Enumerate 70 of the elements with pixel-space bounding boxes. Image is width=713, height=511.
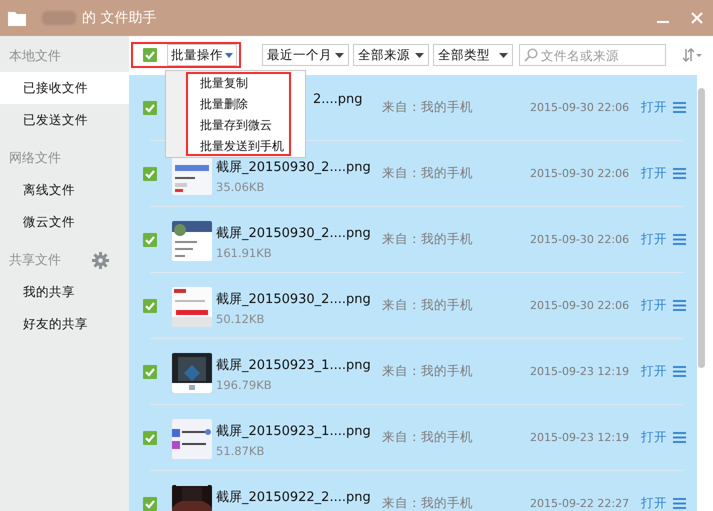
file-date: 2015-09-30 22:06 xyxy=(530,167,630,180)
file-size: 50.12KB xyxy=(216,312,266,326)
menu-icon[interactable] xyxy=(673,366,686,377)
checkbox[interactable] xyxy=(143,430,157,444)
caret-icon xyxy=(499,52,508,58)
caret-icon xyxy=(225,52,233,58)
sidebar-item[interactable]: 好友的共享 xyxy=(0,308,129,340)
file-size: 35.06KB xyxy=(216,180,266,194)
search-icon xyxy=(524,48,538,62)
checkbox[interactable] xyxy=(143,48,157,62)
file-source: 来自：我的手机 xyxy=(382,495,474,511)
folder-icon xyxy=(8,10,26,26)
file-name: 2....png xyxy=(313,92,364,107)
section-header: 本地文件 xyxy=(9,48,61,65)
file-name: 截屏_20150930_2....png xyxy=(216,291,372,308)
filter-dropdown[interactable]: 最近一个月 xyxy=(262,44,349,66)
file-source: 来自：我的手机 xyxy=(382,165,474,182)
menu-icon[interactable] xyxy=(673,102,686,113)
menu-item[interactable]: 批量删除 xyxy=(200,94,284,115)
section-header: 网络文件 xyxy=(9,150,61,167)
filter-dropdown[interactable]: 全部类型 xyxy=(433,44,513,66)
file-date: 2015-09-23 12:19 xyxy=(530,431,630,444)
file-name: 截屏_20150930_2....png xyxy=(216,225,372,242)
file-date: 2015-09-23 12:19 xyxy=(530,365,630,378)
file-date: 2015-09-30 22:06 xyxy=(530,101,630,114)
checkbox[interactable] xyxy=(143,496,157,510)
file-source: 来自：我的手机 xyxy=(382,99,474,116)
menu-icon[interactable] xyxy=(673,234,686,245)
menu-icon[interactable] xyxy=(673,168,686,179)
sidebar-item[interactable]: 已发送文件 xyxy=(0,104,129,136)
window-title: 的 文件助手 xyxy=(82,9,156,27)
checkbox[interactable] xyxy=(143,364,157,378)
sidebar-item[interactable]: 已接收文件 xyxy=(0,72,129,104)
menu-icon[interactable] xyxy=(673,432,686,443)
menu-item[interactable]: 批量存到微云 xyxy=(200,115,284,136)
sort-icon[interactable] xyxy=(682,48,702,62)
file-name: 截屏_20150923_1....png xyxy=(216,357,372,374)
file-name: 截屏_20150930_2....png xyxy=(216,159,372,176)
scrollbar-thumb[interactable] xyxy=(698,88,705,368)
section-header: 共享文件 xyxy=(9,252,61,269)
menu-item[interactable]: 批量发送到手机 xyxy=(200,136,284,157)
file-date: 2015-09-30 22:06 xyxy=(530,299,630,312)
file-name: 截屏_20150922_2....png xyxy=(216,489,372,506)
file-source: 来自：我的手机 xyxy=(382,297,474,314)
checkbox[interactable] xyxy=(143,100,157,114)
checkbox[interactable] xyxy=(143,298,157,312)
checkbox[interactable] xyxy=(143,166,157,180)
file-size: 51.87KB xyxy=(216,444,266,458)
file-source: 来自：我的手机 xyxy=(382,363,474,380)
checkbox[interactable] xyxy=(143,232,157,246)
caret-icon xyxy=(415,52,424,58)
close-icon[interactable] xyxy=(691,12,703,24)
sidebar-item[interactable]: 微云文件 xyxy=(0,206,129,238)
file-source: 来自：我的手机 xyxy=(382,231,474,248)
menu-icon[interactable] xyxy=(673,498,686,509)
settings-icon[interactable] xyxy=(92,252,109,268)
file-size: 161.91KB xyxy=(216,246,273,260)
sidebar-item[interactable]: 我的共享 xyxy=(0,276,129,308)
batch-button[interactable]: 批量操作 xyxy=(167,44,237,66)
file-name: 截屏_20150923_1....png xyxy=(216,423,372,440)
search-field[interactable]: 文件名或来源 xyxy=(519,44,666,66)
caret-icon xyxy=(335,52,344,58)
filter-dropdown[interactable]: 全部来源 xyxy=(353,44,429,66)
menu-icon[interactable] xyxy=(673,300,686,311)
menu-item[interactable]: 批量复制 xyxy=(200,73,284,94)
file-date: 2015-09-22 22:27 xyxy=(530,497,630,510)
file-size: 196.79KB xyxy=(216,378,273,392)
sidebar-item[interactable]: 离线文件 xyxy=(0,174,129,206)
file-source: 来自：我的手机 xyxy=(382,429,474,446)
file-date: 2015-09-30 22:06 xyxy=(530,233,630,246)
